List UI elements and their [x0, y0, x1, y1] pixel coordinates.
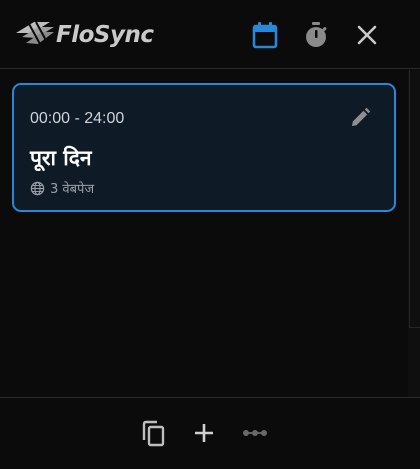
copy-icon	[142, 420, 165, 447]
websites-count: 3 वेबपेज	[30, 179, 94, 197]
pencil-icon	[352, 107, 371, 126]
schedule-title: पूरा दिन	[30, 146, 92, 170]
calendar-icon	[252, 22, 278, 49]
app-window: FloSync 00:00 - 24:00 पूरा दिन 3 वेबपेज	[0, 0, 420, 469]
copy-button[interactable]	[138, 418, 168, 448]
close-button[interactable]	[352, 18, 382, 52]
add-icon	[195, 424, 213, 442]
logo-mark-icon	[16, 21, 54, 45]
more-button[interactable]	[240, 418, 270, 448]
more-icon	[243, 430, 267, 436]
add-button[interactable]	[189, 418, 219, 448]
globe-icon	[30, 181, 45, 195]
edit-button[interactable]	[348, 106, 372, 130]
footer-bar	[0, 397, 420, 469]
schedule-list[interactable]: 00:00 - 24:00 पूरा दिन 3 वेबपेज	[0, 70, 408, 397]
time-range: 00:00 - 24:00	[30, 110, 125, 127]
brand-name: FloSync	[56, 21, 154, 48]
timer-button[interactable]	[301, 18, 331, 52]
websites-label: 3 वेबपेज	[50, 182, 95, 197]
schedule-card[interactable]: 00:00 - 24:00 पूरा दिन 3 वेबपेज	[12, 83, 396, 212]
close-icon	[357, 25, 377, 45]
header-bar: FloSync	[0, 0, 420, 69]
calendar-button[interactable]	[250, 18, 280, 52]
scrollbar-thumb[interactable]	[409, 70, 420, 328]
timer-icon	[306, 22, 327, 47]
logo: FloSync	[14, 17, 154, 49]
